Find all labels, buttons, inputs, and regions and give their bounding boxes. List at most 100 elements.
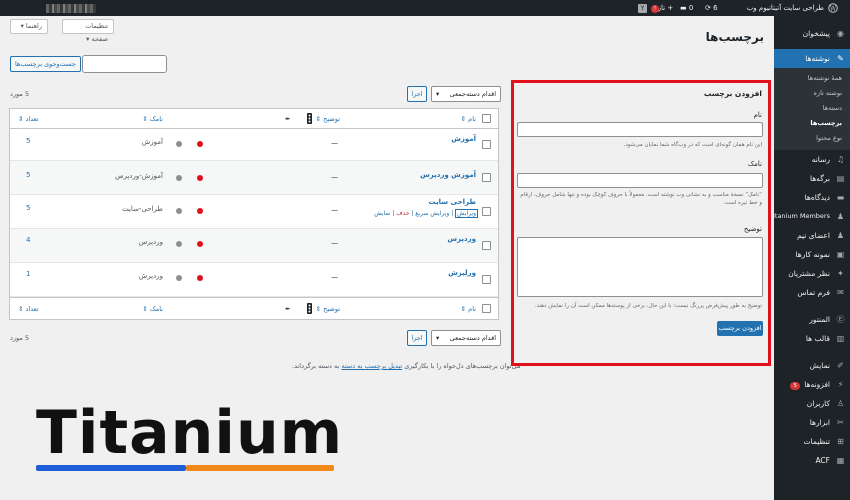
row-checkbox[interactable] xyxy=(482,275,491,284)
tag-name-link[interactable]: وردپرس xyxy=(447,235,476,243)
submenu-all-posts[interactable]: همهٔ نوشته‌ها xyxy=(774,71,850,86)
items-count-top: 5 مورد xyxy=(10,90,30,98)
add-tag-submit-button[interactable]: افزودن برچسب xyxy=(717,321,763,336)
sidebar-item-acf[interactable]: ▦ ACF xyxy=(774,451,850,470)
notification-badge[interactable]: ! xyxy=(651,0,659,16)
tag-count[interactable]: 1 xyxy=(26,270,30,278)
sidebar-item-titanium-members[interactable]: ♟ Titanium Members xyxy=(769,207,850,226)
users-icon: ♙ xyxy=(836,399,845,408)
row-checkbox[interactable] xyxy=(482,241,491,250)
mail-icon: ✉ xyxy=(837,288,844,297)
delete-link[interactable]: حذف xyxy=(396,210,409,217)
description-label: توضیح xyxy=(743,225,762,233)
comments-counter[interactable]: ▬ 0 xyxy=(680,0,693,16)
tag-name-link[interactable]: ورلپرش xyxy=(448,269,476,277)
sidebar-item-elementor[interactable]: Ⓔ المنتور xyxy=(774,310,850,329)
table-row: طراحی سایت ویرایش | ویرایش سریع | حذف | … xyxy=(10,195,498,229)
updates-counter[interactable]: ⟳ 6 xyxy=(705,0,718,16)
row-checkbox[interactable] xyxy=(482,207,491,216)
tag-count[interactable]: 5 xyxy=(26,137,30,145)
items-count-bottom: 5 مورد xyxy=(10,334,30,342)
search-input[interactable] xyxy=(82,55,167,73)
column-name-header[interactable]: نام ⇕ xyxy=(461,115,476,123)
sidebar-item-users[interactable]: ♙ کاربران xyxy=(774,394,850,413)
wordpress-logo-icon[interactable]: W xyxy=(828,0,838,16)
select-all-checkbox[interactable] xyxy=(482,114,491,123)
admin-sidebar: ◉ پیشخوان ✎ نوشته‌ها همهٔ نوشته‌ها نوشته ت… xyxy=(769,16,850,500)
apply-button-bottom[interactable]: اجرا xyxy=(407,330,427,346)
submenu-tags[interactable]: برچسب‌ها xyxy=(774,116,850,131)
quick-edit-link[interactable]: ویرایش سریع xyxy=(415,210,449,217)
tag-name-link[interactable]: آموزش xyxy=(451,135,476,143)
template-icon: ▥ xyxy=(836,334,845,343)
column-count-footer[interactable]: تعداد ⇕ xyxy=(18,305,39,313)
column-description-header[interactable]: توضیح ⇕ xyxy=(316,115,340,123)
submenu-new-post[interactable]: نوشته تازه xyxy=(774,86,850,101)
tag-count[interactable]: 4 xyxy=(26,236,30,244)
tag-name-link[interactable]: طراحی سایت xyxy=(429,198,476,206)
sort-icon: ⇕ xyxy=(142,115,148,123)
table-row: ورلپرش — وردپرش 1 xyxy=(10,263,498,297)
settings-icon: ⊞ xyxy=(837,437,844,446)
table-row: آموزش — آموزش 5 xyxy=(10,129,498,161)
sidebar-item-testimonials[interactable]: ✦ نظر مشتریان xyxy=(774,264,850,283)
column-slug-header[interactable]: نامک ⇕ xyxy=(142,115,163,123)
column-slug-footer[interactable]: نامک ⇕ xyxy=(142,305,163,313)
view-link[interactable]: نمایش xyxy=(374,210,390,217)
bulk-action-select-bottom[interactable]: اقدام دسته‌جمعی ▾ xyxy=(431,330,501,346)
sidebar-item-comments[interactable]: ▬ دیدگاه‌ها xyxy=(774,188,850,207)
readability-status-dot xyxy=(176,175,182,181)
submenu-content-type[interactable]: نوع محتوا xyxy=(774,131,850,146)
screen-options-button[interactable]: تنظیمات صفحه ▾ xyxy=(62,19,114,43)
add-tag-heading: افزودن برچسب xyxy=(703,89,762,98)
acf-icon: ▦ xyxy=(836,456,845,465)
tag-name-link[interactable]: آموزش وردپرس xyxy=(420,171,476,179)
edit-link[interactable]: ویرایش xyxy=(455,209,478,218)
page-title: برچسب‌ها xyxy=(705,30,764,44)
readability-status-dot xyxy=(176,275,182,281)
readability-status-dot xyxy=(176,208,182,214)
help-button[interactable]: راهنما ▾ xyxy=(10,19,48,34)
tag-description: — xyxy=(331,173,338,181)
tag-to-category-converter-link[interactable]: تبدیل برچسب به دسته xyxy=(341,362,402,370)
column-name-footer[interactable]: نام ⇕ xyxy=(461,305,476,313)
row-checkbox[interactable] xyxy=(482,140,491,149)
sidebar-item-settings[interactable]: ⊞ تنظیمات xyxy=(774,432,850,451)
media-icon: ♫ xyxy=(836,155,845,164)
sidebar-item-dashboard[interactable]: ◉ پیشخوان xyxy=(774,24,850,43)
tags-table: نام ⇕ توضیح ⇕ ✒ نامک ⇕ تعداد ⇕ آموزش — آ… xyxy=(9,108,499,320)
sidebar-item-contact-form[interactable]: ✉ فرم تماس xyxy=(774,283,850,302)
sidebar-item-pages[interactable]: ▤ برگه‌ها xyxy=(774,169,850,188)
row-checkbox[interactable] xyxy=(482,173,491,182)
site-name[interactable]: طراحی سایت آتیتانیوم وب xyxy=(740,0,824,16)
sidebar-item-templates[interactable]: ▥ قالب ها xyxy=(774,329,850,348)
search-tags-button[interactable]: جست‌وجوی برچسب‌ها xyxy=(10,56,81,72)
sidebar-item-tools[interactable]: ✂ ابزارها xyxy=(774,413,850,432)
dashboard-icon: ◉ xyxy=(837,29,844,38)
testimonial-icon: ✦ xyxy=(837,269,844,278)
tag-name-input[interactable] xyxy=(517,122,763,137)
sidebar-item-portfolio[interactable]: ▣ نمونه کارها xyxy=(774,245,850,264)
seo-status-dot xyxy=(197,208,203,214)
tag-count[interactable]: 5 xyxy=(26,204,30,212)
tag-count[interactable]: 5 xyxy=(26,171,30,179)
add-tag-panel: افزودن برچسب نام این نام همان گونه‌ای اس… xyxy=(511,80,771,366)
yoast-icon[interactable]: Y xyxy=(638,0,647,16)
table-row: آموزش وردپرس — آموزش-وردپرس 5 xyxy=(10,161,498,195)
chevron-down-icon: ▾ xyxy=(20,22,24,30)
admin-bar: W طراحی سایت آتیتانیوم وب ⟳ 6 ▬ 0 + تازه… xyxy=(0,0,850,16)
column-description-footer[interactable]: توضیح ⇕ xyxy=(316,305,340,313)
select-all-checkbox-footer[interactable] xyxy=(482,304,491,313)
sidebar-item-plugins[interactable]: ⚡ افزونه‌ها 5 xyxy=(774,375,850,394)
chevron-down-icon: ▾ xyxy=(86,35,90,43)
bulk-action-select-top[interactable]: اقدام دسته‌جمعی ▾ xyxy=(431,86,501,102)
submenu-categories[interactable]: دسته‌ها xyxy=(774,101,850,116)
tag-slug-input[interactable] xyxy=(517,173,763,188)
apply-button-top[interactable]: اجرا xyxy=(407,86,427,102)
tag-description-textarea[interactable] xyxy=(517,237,763,297)
sidebar-item-media[interactable]: ♫ رسانه xyxy=(774,150,850,169)
sidebar-item-posts[interactable]: ✎ نوشته‌ها xyxy=(774,49,850,68)
sidebar-item-appearance[interactable]: ✐ نمایش xyxy=(774,356,850,375)
sidebar-item-team[interactable]: ♟ اعضای تیم xyxy=(774,226,850,245)
column-count-header[interactable]: تعداد ⇕ xyxy=(18,115,39,123)
